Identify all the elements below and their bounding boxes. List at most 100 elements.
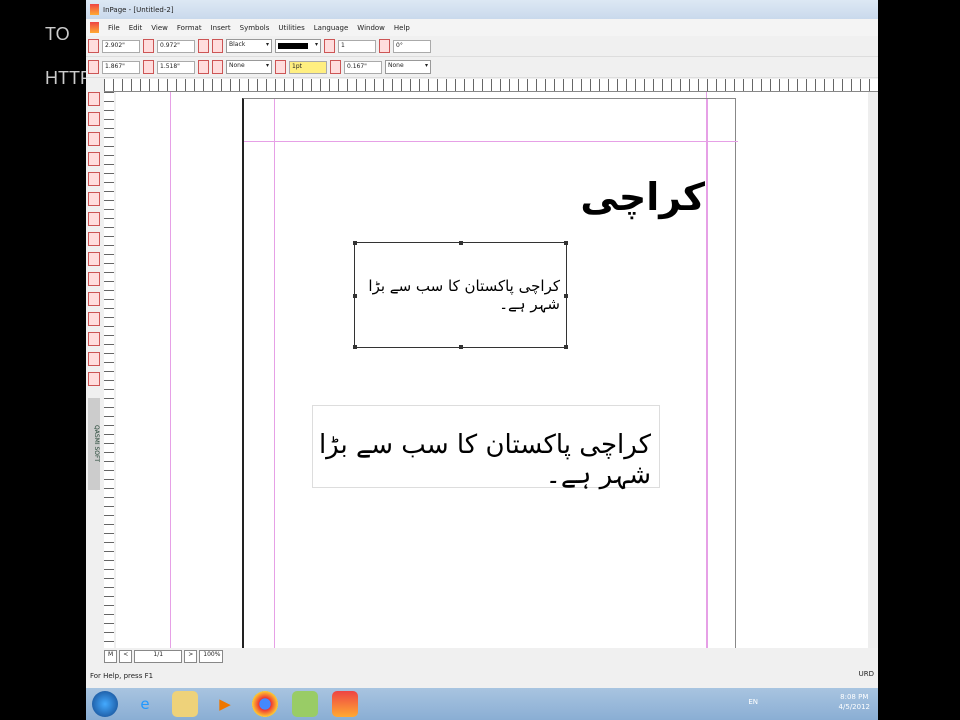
vertical-ruler bbox=[104, 92, 114, 648]
next-page-button[interactable]: > bbox=[184, 650, 198, 663]
line-style-select[interactable]: ▾ bbox=[275, 39, 321, 53]
rectangle-tool-icon[interactable] bbox=[88, 292, 100, 306]
height-icon bbox=[143, 60, 154, 74]
rounded-picture-tool-icon[interactable] bbox=[88, 272, 100, 286]
menu-edit[interactable]: Edit bbox=[129, 24, 143, 32]
input-language[interactable]: EN bbox=[748, 698, 758, 706]
frame-icon[interactable] bbox=[198, 39, 209, 53]
inpage-window: InPage - [Untitled-2] File Edit View For… bbox=[86, 0, 878, 688]
small-sentence[interactable]: کراچی پاکستان کا سب سے بڑا شہر ہے۔ bbox=[355, 277, 560, 313]
clock-date: 4/5/2012 bbox=[838, 703, 870, 711]
wrap-select[interactable]: None ▾ bbox=[385, 60, 431, 74]
chevron-down-icon: ▾ bbox=[424, 62, 428, 69]
angle-field[interactable]: 0° bbox=[393, 39, 431, 53]
heading-text[interactable]: کراچی bbox=[580, 175, 705, 219]
oval-picture-tool-icon[interactable] bbox=[88, 252, 100, 266]
selected-text-box[interactable]: کراچی پاکستان کا سب سے بڑا شہر ہے۔ bbox=[353, 241, 568, 349]
page-number-field[interactable]: 1/1 bbox=[134, 650, 183, 663]
columns-field[interactable]: 1 bbox=[338, 39, 376, 53]
picture-box-tool-icon[interactable] bbox=[88, 232, 100, 246]
fill-select[interactable]: None ▾ bbox=[226, 60, 272, 74]
chrome-icon[interactable] bbox=[252, 691, 278, 717]
text-box[interactable]: کراچی پاکستان کا سب سے بڑا شہر ہے۔ bbox=[312, 405, 660, 490]
watermark-line1: TO bbox=[45, 24, 70, 44]
menu-view[interactable]: View bbox=[151, 24, 168, 32]
fill-value: None bbox=[229, 62, 245, 69]
app-logo-icon bbox=[90, 4, 99, 15]
taskbar: e ▶ EN 8:08 PM 4/5/2012 bbox=[86, 688, 878, 720]
media-player-icon[interactable]: ▶ bbox=[212, 691, 238, 717]
title-bar: InPage - [Untitled-2] bbox=[86, 0, 878, 19]
document-canvas[interactable]: کراچی کراچی پاکستان کا سب سے بڑا شہر ہے۔… bbox=[116, 92, 868, 648]
angle-icon bbox=[379, 39, 390, 53]
y-field[interactable]: 1.867" bbox=[102, 60, 140, 74]
chevron-down-icon: ▾ bbox=[265, 41, 269, 48]
text-box-tool-icon[interactable] bbox=[88, 212, 100, 226]
menu-format[interactable]: Format bbox=[177, 24, 202, 32]
hand-tool-icon[interactable] bbox=[88, 112, 100, 126]
link-tool-icon[interactable] bbox=[88, 152, 100, 166]
toolbar-row-2: 1.867" 1.518" None ▾ 1pt 0.167" None ▾ bbox=[86, 57, 878, 78]
x-position-icon bbox=[88, 39, 99, 53]
clock[interactable]: 8:08 PM 4/5/2012 bbox=[839, 692, 870, 712]
zoom-field[interactable]: 100% bbox=[199, 650, 224, 663]
page-navigation: M < 1/1 > 100% bbox=[104, 650, 224, 664]
chevron-down-icon: ▾ bbox=[314, 41, 318, 48]
menu-language[interactable]: Language bbox=[314, 24, 349, 32]
y-position-icon bbox=[88, 60, 99, 74]
frame2-icon[interactable] bbox=[212, 39, 223, 53]
vertical-scrollbar[interactable] bbox=[868, 92, 878, 648]
page: کراچی کراچی پاکستان کا سب سے بڑا شہر ہے۔… bbox=[242, 98, 738, 648]
menu-utilities[interactable]: Utilities bbox=[278, 24, 304, 32]
menu-symbols[interactable]: Symbols bbox=[240, 24, 270, 32]
inset-field[interactable]: 0.167" bbox=[344, 60, 382, 74]
inset-icon bbox=[330, 60, 341, 74]
rounded-rect-tool-icon[interactable] bbox=[88, 332, 100, 346]
tool-palette bbox=[88, 92, 102, 392]
rotate-tool-icon[interactable] bbox=[88, 132, 100, 146]
width-field[interactable]: 0.972" bbox=[157, 39, 195, 53]
x-field[interactable]: 2.902" bbox=[102, 39, 140, 53]
explorer-icon[interactable] bbox=[172, 691, 198, 717]
pointer-tool-icon[interactable] bbox=[88, 92, 100, 106]
inpage-taskbar-icon[interactable] bbox=[332, 691, 358, 717]
color-value: Black bbox=[229, 41, 246, 48]
watermark-line2: HTTP bbox=[45, 68, 92, 88]
oval-tool-icon[interactable] bbox=[88, 312, 100, 326]
table-tool-icon[interactable] bbox=[88, 372, 100, 386]
text-tool-icon[interactable] bbox=[88, 192, 100, 206]
color-select[interactable]: Black ▾ bbox=[226, 39, 272, 53]
wrap-value: None bbox=[388, 62, 404, 69]
prev-page-button[interactable]: < bbox=[119, 650, 133, 663]
line-tool-icon[interactable] bbox=[88, 352, 100, 366]
width-icon bbox=[143, 39, 154, 53]
menu-insert[interactable]: Insert bbox=[211, 24, 231, 32]
toolbar-row-1: 2.902" 0.972" Black ▾ ▾ 1 0° bbox=[86, 36, 878, 57]
unlink-tool-icon[interactable] bbox=[88, 172, 100, 186]
clock-time: 8:08 PM bbox=[840, 693, 869, 701]
large-sentence[interactable]: کراچی پاکستان کا سب سے بڑا شہر ہے۔ bbox=[313, 430, 651, 490]
app-icon[interactable] bbox=[292, 691, 318, 717]
window-title: InPage - [Untitled-2] bbox=[103, 5, 174, 14]
menu-window[interactable]: Window bbox=[357, 24, 385, 32]
stroke-field[interactable]: 1pt bbox=[289, 60, 327, 74]
stroke-icon bbox=[275, 60, 286, 74]
margin-guide bbox=[274, 99, 275, 648]
flip-v-icon[interactable] bbox=[212, 60, 223, 74]
status-help: For Help, press F1 bbox=[90, 672, 154, 680]
height-field[interactable]: 1.518" bbox=[157, 60, 195, 74]
start-button[interactable] bbox=[92, 691, 118, 717]
columns-icon bbox=[324, 39, 335, 53]
master-page-button[interactable]: M bbox=[104, 650, 118, 663]
brand-label: QASMI SOFT bbox=[88, 398, 100, 490]
chevron-down-icon: ▾ bbox=[265, 62, 269, 69]
menu-help[interactable]: Help bbox=[394, 24, 410, 32]
margin-guide bbox=[706, 99, 708, 648]
ie-icon[interactable]: e bbox=[132, 691, 158, 717]
flip-h-icon[interactable] bbox=[198, 60, 209, 74]
line-style-swatch bbox=[278, 43, 308, 49]
language-indicator: URD bbox=[858, 670, 874, 678]
menu-bar: File Edit View Format Insert Symbols Uti… bbox=[86, 19, 878, 36]
horizontal-ruler bbox=[104, 79, 878, 92]
menu-file[interactable]: File bbox=[108, 24, 120, 32]
